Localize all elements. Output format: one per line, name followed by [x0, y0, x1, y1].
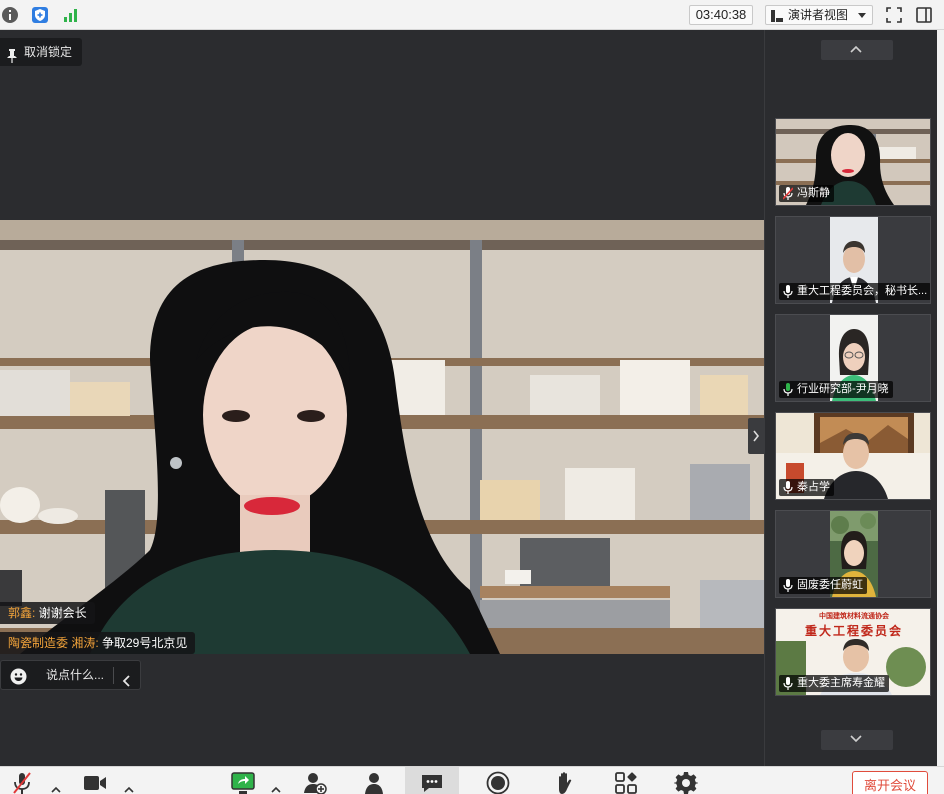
view-mode-select[interactable]: 演讲者视图 [765, 5, 873, 25]
main-stage: 取消锁定 郭鑫: 谢谢会长 陶瓷制造委 湘涛: 争取29号北京见 说点什么... [0, 30, 764, 766]
participant-tile[interactable]: 秦占学 [775, 412, 931, 500]
chat-text: 谢谢会长 [35, 606, 87, 620]
divider [113, 667, 114, 684]
chat-sender: 郭鑫: [8, 606, 36, 620]
chat-message: 陶瓷制造委 湘涛: 争取29号北京见 [0, 632, 196, 654]
settings-gear-icon[interactable] [674, 771, 698, 794]
security-shield-icon[interactable] [31, 6, 49, 24]
mic-on-icon [783, 285, 793, 298]
chevron-up-icon[interactable] [270, 783, 282, 794]
leave-meeting-button[interactable]: 离开会议 [852, 771, 928, 794]
meeting-toolbar: 离开会议 [0, 766, 944, 794]
participant-tile[interactable]: 重大工程委员会，秘书长... [775, 216, 931, 304]
participants-icon[interactable] [362, 771, 386, 794]
banner-line-1: 中国建筑材料流通协会 [819, 613, 889, 620]
unlock-label: 取消锁定 [24, 45, 73, 59]
participant-name: 冯斯静 [779, 185, 834, 202]
chat-input[interactable]: 说点什么... [0, 660, 141, 690]
participant-name-text: 冯斯静 [797, 187, 830, 199]
mic-on-icon [783, 579, 793, 592]
chat-placeholder: 说点什么... [46, 668, 105, 682]
emoji-icon[interactable] [10, 667, 27, 685]
participant-tile[interactable]: 固废委任蔚虹 [775, 510, 931, 598]
scrollbar[interactable] [937, 30, 944, 766]
top-bar: 03:40:38 演讲者视图 [0, 0, 944, 30]
chevron-up-icon[interactable] [50, 783, 62, 794]
chat-text: 争取29号北京见 [98, 636, 188, 650]
mic-muted-icon [783, 187, 793, 200]
participant-name-text: 秦占学 [797, 481, 830, 493]
chat-message: 郭鑫: 谢谢会长 [0, 602, 95, 624]
chevron-right-icon [753, 430, 760, 442]
camera-icon[interactable] [83, 771, 107, 794]
signal-strength-icon[interactable] [62, 6, 80, 24]
chevron-up-icon [850, 45, 862, 53]
raise-hand-icon[interactable] [553, 771, 577, 794]
info-icon[interactable] [1, 6, 19, 24]
participant-name: 秦占学 [779, 479, 834, 496]
microphone-muted-icon[interactable] [10, 771, 34, 794]
invite-icon[interactable] [303, 771, 327, 794]
toggle-sidebar-icon[interactable] [915, 6, 933, 24]
record-icon[interactable] [486, 771, 510, 794]
pin-icon [6, 45, 18, 73]
chat-sender: 陶瓷制造委 湘涛: [8, 636, 99, 650]
speaker-video-frame [0, 220, 764, 654]
participant-tile[interactable]: 冯斯静 [775, 118, 931, 206]
mic-on-icon [783, 677, 793, 690]
fullscreen-icon[interactable] [885, 6, 903, 24]
scroll-down-button[interactable] [821, 730, 893, 750]
participant-name: 重大工程委员会，秘书长... [779, 283, 930, 300]
speaker-view-icon [771, 9, 783, 22]
view-mode-label: 演讲者视图 [788, 8, 849, 22]
scroll-up-button[interactable] [821, 40, 893, 60]
chevron-left-icon[interactable] [122, 669, 132, 697]
banner-line-2: 重大工程委员会 [804, 624, 903, 638]
chevron-up-icon[interactable] [123, 783, 135, 794]
chevron-down-icon [850, 735, 862, 743]
participant-name-text: 固废委任蔚虹 [797, 579, 863, 591]
chevron-down-icon [858, 13, 866, 18]
meeting-timer: 03:40:38 [689, 5, 753, 25]
collapse-sidebar-handle[interactable] [748, 418, 764, 454]
chat-icon[interactable] [420, 771, 444, 794]
participant-name: 行业研究部-尹月晓 [779, 381, 893, 398]
participant-gallery: 冯斯静 重大工程委员会，秘书长... 行业研究部-尹月晓 秦占学 固废委任蔚虹 … [764, 30, 944, 766]
participant-name: 重大委主席寿金耀 [779, 675, 889, 692]
participant-name: 固废委任蔚虹 [779, 577, 867, 594]
participant-tile[interactable]: 行业研究部-尹月晓 [775, 314, 931, 402]
participant-tile[interactable]: 中国建筑材料流通协会 重大工程委员会 重大委主席寿金耀 [775, 608, 931, 696]
share-screen-icon[interactable] [231, 771, 255, 794]
participant-name-text: 重大工程委员会，秘书长... [797, 285, 928, 297]
participant-name-text: 行业研究部-尹月晓 [797, 383, 889, 395]
mic-on-icon [783, 481, 793, 494]
mic-on-icon [783, 383, 793, 396]
participant-name-text: 重大委主席寿金耀 [797, 677, 885, 689]
unlock-pin-button[interactable]: 取消锁定 [0, 38, 83, 66]
speaker-video [0, 220, 764, 654]
apps-icon[interactable] [614, 771, 638, 794]
